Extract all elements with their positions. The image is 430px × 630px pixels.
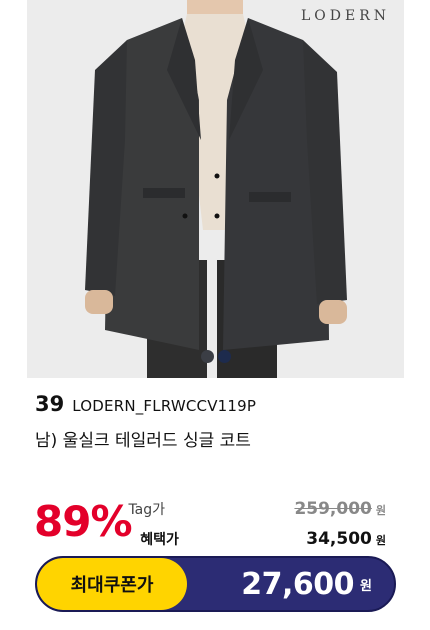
- image-carousel-dots: [200, 350, 231, 363]
- discount-rate: 89%: [34, 497, 133, 546]
- tag-price-label: Tag가: [128, 502, 166, 518]
- tag-price-currency: 원: [375, 504, 386, 517]
- brand-logo: LODERN: [300, 8, 390, 24]
- rank-line: 39 LODERN_FLRWCCV119P: [35, 392, 256, 416]
- product-card[interactable]: LODERN 39 LODERN_FLRWCCV119P 남) 울실크 테일러드…: [0, 0, 430, 630]
- tag-price-value: 259,000: [294, 499, 372, 519]
- product-name[interactable]: 남) 울실크 테일러드 싱글 코트: [35, 426, 251, 451]
- tag-price-row: Tag가 259,000 원: [128, 499, 386, 519]
- benefit-price-currency: 원: [375, 534, 386, 547]
- coupon-price: 27,600 원: [241, 558, 372, 610]
- model-code: LODERN_FLRWCCV119P: [72, 397, 257, 415]
- carousel-dot[interactable]: [200, 350, 214, 363]
- benefit-price-row: 혜택가 34,500 원: [140, 529, 386, 549]
- rank-number: 39: [35, 392, 65, 416]
- coupon-price-currency: 원: [360, 578, 372, 594]
- max-coupon-price-button[interactable]: 최대쿠폰가 27,600 원: [35, 556, 396, 612]
- coupon-price-value: 27,600: [241, 566, 355, 602]
- coat-illustration: [27, 0, 404, 378]
- benefit-price-label: 혜택가: [140, 532, 179, 548]
- product-image[interactable]: LODERN: [27, 0, 404, 378]
- carousel-dot-active[interactable]: [217, 350, 231, 363]
- benefit-price-value: 34,500: [306, 529, 372, 549]
- coupon-label: 최대쿠폰가: [37, 558, 187, 610]
